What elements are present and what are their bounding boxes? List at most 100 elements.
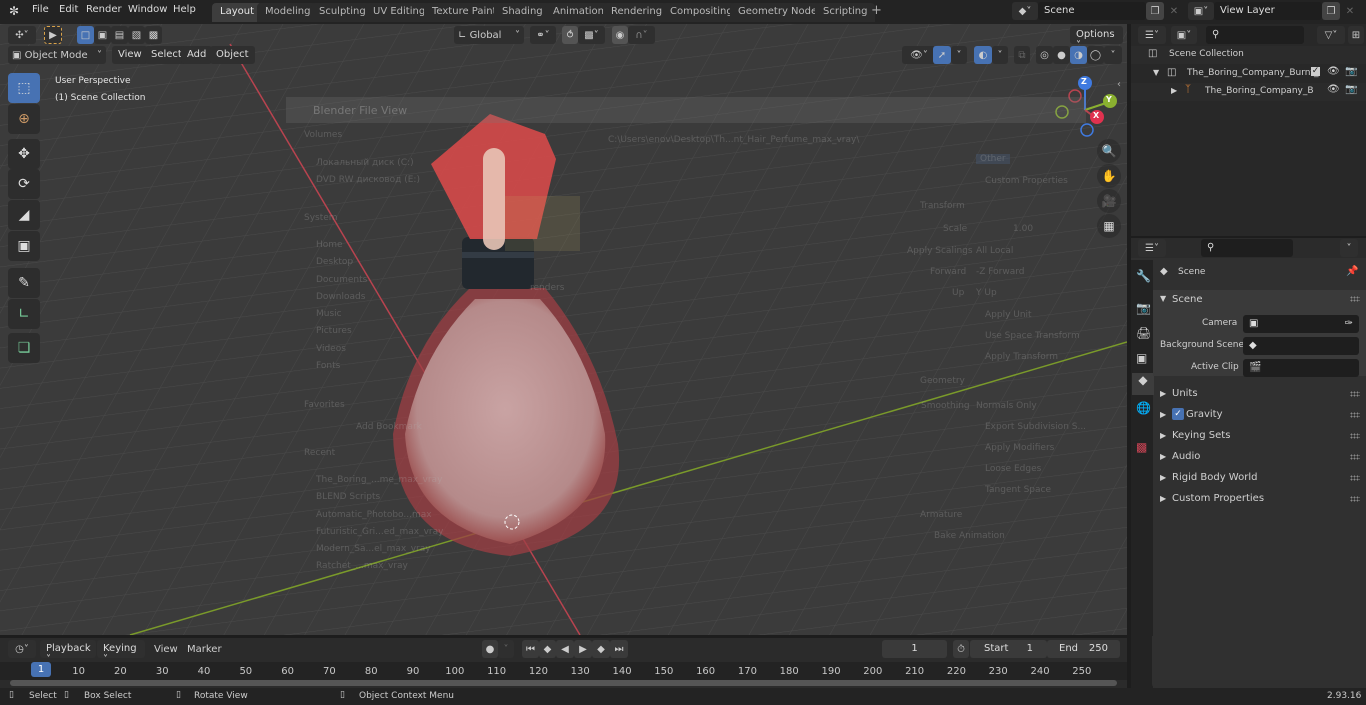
snap-target-icon[interactable]: ▩˅ [578, 26, 605, 44]
units-panel-header[interactable]: ▶ Units [1153, 385, 1366, 405]
current-frame-field[interactable]: 1 [882, 640, 947, 658]
options-dropdown[interactable]: Options ˅ [1070, 26, 1123, 51]
tab-compositing[interactable]: Compositing [662, 3, 741, 22]
shading-wireframe-icon[interactable]: ◎ [1036, 46, 1053, 64]
select-box-tool[interactable]: ⬚ [8, 73, 40, 103]
viewport-menu-add[interactable]: Add [181, 46, 213, 64]
drag-handle-icon[interactable] [1350, 454, 1360, 460]
playhead[interactable]: 1 [31, 662, 51, 677]
scale-tool[interactable]: ◢ [8, 200, 40, 230]
rigid-body-world-panel-header[interactable]: ▶ Rigid Body World [1153, 469, 1366, 489]
background-scene-field[interactable]: ◆ [1243, 337, 1359, 355]
jump-start-icon[interactable]: ⏮ [522, 640, 539, 658]
menu-file[interactable]: File [32, 4, 49, 15]
measure-tool[interactable]: ∟ [8, 299, 40, 329]
drag-handle-icon[interactable] [1350, 433, 1360, 439]
camera-view-button[interactable]: 🎥 [1097, 189, 1121, 213]
delete-scene-icon[interactable]: ✕ [1165, 2, 1183, 20]
menu-edit[interactable]: Edit [59, 4, 78, 15]
display-mode-icon[interactable]: ▣˅ [1171, 26, 1197, 44]
start-frame-field[interactable]: Start 1 [970, 640, 1047, 658]
gizmo-dropdown-icon[interactable]: ˅ [951, 46, 967, 64]
camera-render-icon[interactable]: 📷 [1345, 84, 1357, 95]
scene-panel-header[interactable]: ▼ Scene [1153, 290, 1366, 310]
add-workspace-button[interactable]: + [871, 3, 882, 18]
keying-sets-panel-header[interactable]: ▶ Keying Sets [1153, 427, 1366, 447]
tab-scripting[interactable]: Scripting [815, 3, 876, 22]
transform-orientation-dropdown[interactable]: ∟ Global ˅ [454, 26, 524, 44]
eye-icon[interactable]: 👁 [1327, 66, 1340, 77]
new-scene-icon[interactable]: ❐ [1146, 2, 1164, 20]
mode-dropdown[interactable]: ▣ Object Mode ˅ [8, 46, 106, 64]
viewport-menu-view[interactable]: View [112, 46, 148, 64]
gizmo-y-label[interactable]: Y [1106, 95, 1112, 104]
end-frame-field[interactable]: End 250 [1047, 640, 1120, 658]
camera-render-icon[interactable]: 📷 [1345, 66, 1357, 77]
snap-toggle-icon[interactable]: ⥀ [562, 26, 578, 44]
view-layer-selector-icon[interactable]: ▣˅ [1188, 2, 1214, 20]
drag-handle-icon[interactable] [1350, 475, 1360, 481]
preview-range-icon[interactable]: ⏱ [953, 640, 969, 658]
timeline-marker-menu[interactable]: Marker [187, 644, 222, 655]
playback-menu[interactable]: Playback ˅ [40, 640, 96, 665]
menu-help[interactable]: Help [173, 4, 196, 15]
tweak-tool-icon[interactable]: ▶ [44, 26, 62, 44]
tool-tab-icon[interactable]: 🔧 [1136, 269, 1151, 283]
drag-handle-icon[interactable] [1350, 412, 1360, 418]
gizmo-toggle-icon[interactable]: ➚ [933, 46, 951, 64]
scene-selector-icon[interactable]: ◆˅ [1012, 2, 1038, 20]
sidebar-toggle-icon[interactable]: ‹ [1117, 79, 1121, 90]
visibility-selectability-icon[interactable]: 👁˅ [902, 46, 936, 64]
properties-editor-type-icon[interactable]: ☰˅ [1138, 239, 1166, 257]
xray-toggle-icon[interactable]: ⧉ [1014, 46, 1030, 64]
tab-animation[interactable]: Animation [545, 3, 612, 22]
tab-modeling[interactable]: Modeling [257, 3, 319, 22]
overlay-toggle-icon[interactable]: ◐ [974, 46, 992, 64]
timeline-scrollbar[interactable] [10, 680, 1117, 686]
3d-viewport[interactable]: Z Y X Blender File View Volumes Локальны… [0, 24, 1127, 635]
custom-properties-panel-header[interactable]: ▶ Custom Properties [1153, 490, 1366, 510]
pan-view-button[interactable]: ✋ [1097, 164, 1121, 188]
menu-render[interactable]: Render [86, 4, 122, 15]
shading-solid-icon[interactable]: ● [1053, 46, 1070, 64]
prev-keyframe-icon[interactable]: ◆ [539, 640, 556, 658]
play-icon[interactable]: ▶ [574, 640, 592, 658]
drag-handle-icon[interactable] [1350, 391, 1360, 397]
scene-tab-icon[interactable]: ◆ [1132, 373, 1154, 395]
eye-icon[interactable]: 👁 [1327, 84, 1340, 95]
camera-field[interactable]: ▣ ✑ [1243, 315, 1359, 333]
filter-icon[interactable]: ▽˅ [1317, 26, 1345, 44]
new-view-layer-icon[interactable]: ❐ [1322, 2, 1340, 20]
pin-icon[interactable]: 📌 [1346, 266, 1358, 277]
view-layer-name-field[interactable]: View Layer [1214, 2, 1322, 20]
drag-handle-icon[interactable] [1350, 296, 1360, 302]
drag-handle-icon[interactable] [1350, 496, 1360, 502]
world-tab-icon[interactable]: 🌐 [1136, 401, 1151, 415]
gravity-checkbox[interactable]: ✓ [1172, 408, 1184, 420]
menu-window[interactable]: Window [128, 4, 167, 15]
keying-menu[interactable]: Keying ˅ [97, 640, 145, 665]
ortho-toggle-button[interactable]: ▦ [1097, 214, 1121, 238]
audio-panel-header[interactable]: ▶ Audio [1153, 448, 1366, 468]
select-mode-intersect-icon[interactable]: ▩ [145, 26, 162, 44]
exclude-checkbox[interactable]: ✓ [1311, 67, 1320, 76]
jump-end-icon[interactable]: ⏭ [610, 640, 628, 658]
shading-material-icon[interactable]: ◑ [1070, 46, 1087, 64]
gizmo-z-label[interactable]: Z [1081, 77, 1087, 86]
blender-logo-icon[interactable]: ✼ [9, 4, 19, 18]
play-reverse-icon[interactable]: ◀ [556, 640, 574, 658]
new-collection-icon[interactable]: ⊞ [1348, 26, 1364, 44]
annotate-tool[interactable]: ✎ [8, 268, 40, 298]
timeline-editor-type-icon[interactable]: ◷˅ [8, 640, 36, 658]
outliner-editor-type-icon[interactable]: ☰˅ [1138, 26, 1166, 44]
pivot-point-icon[interactable]: ⚭˅ [530, 26, 556, 44]
texture-tab-icon[interactable]: ▩ [1136, 440, 1147, 454]
shading-rendered-icon[interactable]: ◯ [1087, 46, 1104, 64]
properties-options-icon[interactable]: ˅ [1340, 239, 1358, 257]
tab-shading[interactable]: Shading [494, 3, 551, 22]
eyedropper-icon[interactable]: ✑ [1345, 318, 1353, 329]
tab-texture-paint[interactable]: Texture Paint [424, 3, 505, 22]
move-tool[interactable]: ✥ [8, 139, 40, 169]
shading-dropdown-icon[interactable]: ˅ [1104, 46, 1122, 64]
render-tab-icon[interactable]: 📷 [1136, 301, 1151, 315]
